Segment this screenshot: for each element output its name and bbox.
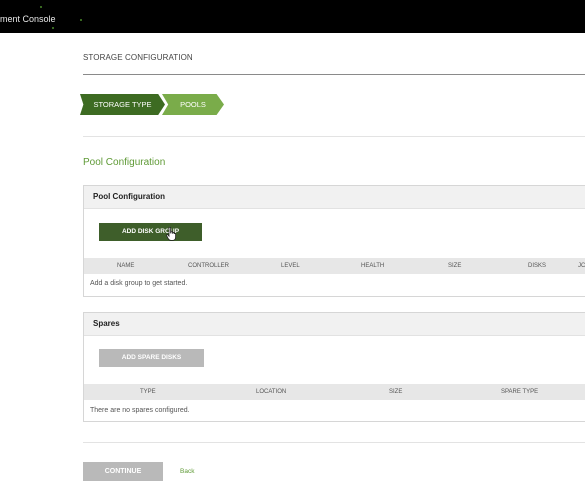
column-header[interactable]: TYPE bbox=[140, 389, 156, 395]
footer-divider bbox=[83, 442, 585, 443]
app-header-bar: ment Console bbox=[0, 0, 585, 33]
pool-panel-title: Pool Configuration bbox=[84, 186, 585, 209]
step-storage-type[interactable]: STORAGE TYPE bbox=[80, 94, 165, 115]
pool-configuration-panel: Pool Configuration ADD DISK GROUP NAME C… bbox=[83, 185, 585, 297]
spares-empty-message: There are no spares configured. bbox=[90, 407, 190, 414]
decorative-speck bbox=[80, 19, 82, 21]
column-header[interactable]: CONTROLLER bbox=[188, 263, 229, 269]
section-title: Pool Configuration bbox=[83, 157, 166, 168]
column-header[interactable]: SIZE bbox=[389, 389, 402, 395]
column-header[interactable]: SIZE bbox=[448, 263, 461, 269]
steps-divider bbox=[83, 136, 585, 137]
heading-divider bbox=[83, 74, 585, 75]
spares-panel-title: Spares bbox=[84, 313, 585, 336]
app-title: ment Console bbox=[0, 14, 56, 24]
page-title: STORAGE CONFIGURATION bbox=[83, 53, 193, 62]
column-header[interactable]: JC bbox=[578, 263, 585, 269]
hand-pointer-icon bbox=[166, 227, 176, 241]
column-header[interactable]: DISKS bbox=[528, 263, 546, 269]
back-link[interactable]: Back bbox=[180, 468, 194, 475]
column-header[interactable]: HEALTH bbox=[361, 263, 384, 269]
decorative-speck bbox=[52, 27, 54, 29]
step-pools[interactable]: POOLS bbox=[162, 94, 224, 115]
decorative-speck bbox=[40, 6, 42, 8]
add-disk-group-button[interactable]: ADD DISK GROUP bbox=[99, 223, 202, 241]
column-header[interactable]: LEVEL bbox=[281, 263, 300, 269]
add-spare-disks-button[interactable]: ADD SPARE DISKS bbox=[99, 349, 204, 367]
pool-table-header: NAME CONTROLLER LEVEL HEALTH SIZE DISKS … bbox=[84, 258, 585, 274]
spares-panel: Spares ADD SPARE DISKS TYPE LOCATION SIZ… bbox=[83, 312, 585, 422]
spares-table-header: TYPE LOCATION SIZE SPARE TYPE bbox=[84, 384, 585, 400]
column-header[interactable]: NAME bbox=[117, 263, 134, 269]
column-header[interactable]: SPARE TYPE bbox=[501, 389, 538, 395]
pool-empty-message: Add a disk group to get started. bbox=[90, 280, 188, 287]
column-header[interactable]: LOCATION bbox=[256, 389, 286, 395]
continue-button[interactable]: CONTINUE bbox=[83, 462, 163, 481]
